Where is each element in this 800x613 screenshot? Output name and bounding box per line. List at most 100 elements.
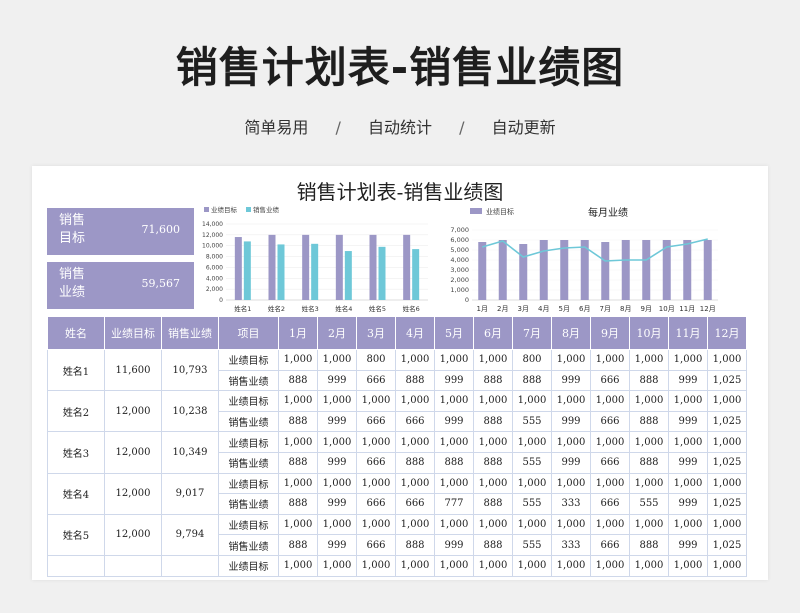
month-cell: 1,000	[668, 513, 708, 536]
item-label: 销售业绩	[218, 369, 279, 392]
month-cell: 999	[317, 534, 357, 556]
month-cell: 800	[512, 349, 552, 371]
sheet-title: 销售计划表-销售业绩图	[296, 180, 504, 204]
person-target: 12,000	[104, 390, 162, 433]
month-cell: 999	[668, 534, 708, 556]
month-cell: 555	[512, 451, 552, 474]
month-cell: 1,000	[512, 390, 552, 412]
person-actual: 10,238	[161, 390, 219, 433]
month-cell: 999	[434, 410, 474, 433]
item-label: 业绩目标	[218, 513, 279, 536]
month-cell: 666	[356, 451, 396, 474]
x-tick-label: 7月	[600, 305, 611, 313]
y-tick-label: 12,000	[202, 232, 223, 239]
person-name	[47, 554, 105, 577]
month-cell: 1,025	[707, 410, 747, 433]
month-cell: 999	[668, 493, 708, 515]
month-cell: 1,000	[395, 431, 435, 453]
column-header: 6月	[473, 316, 513, 350]
month-cell: 1,025	[707, 369, 747, 392]
month-cell: 1,000	[473, 513, 513, 536]
y-tick-label: 0	[465, 296, 469, 304]
column-header: 1月	[278, 316, 318, 350]
month-cell: 999	[668, 369, 708, 392]
bar-actual	[344, 251, 352, 300]
bar-actual	[243, 241, 251, 300]
month-cell: 1,000	[551, 431, 591, 453]
month-cell: 1,000	[629, 554, 669, 577]
month-cell: 666	[356, 369, 396, 392]
month-cell: 1,000	[395, 349, 435, 371]
item-label: 业绩目标	[218, 390, 279, 412]
month-cell: 666	[395, 410, 435, 433]
bar-actual	[277, 244, 285, 300]
month-cell: 1,000	[317, 431, 357, 453]
person-actual: 9,017	[161, 472, 219, 515]
month-cell: 1,000	[473, 472, 513, 495]
person-name: 姓名5	[47, 513, 105, 556]
bar-target	[621, 240, 630, 300]
month-cell: 1,000	[551, 349, 591, 371]
month-cell: 888	[395, 451, 435, 474]
month-cell: 1,000	[473, 349, 513, 371]
x-tick-label: 12月	[700, 305, 716, 313]
x-tick-label: 4月	[538, 305, 549, 313]
month-cell: 1,000	[317, 349, 357, 371]
separator: /	[335, 118, 341, 137]
person-name: 姓名1	[47, 348, 105, 392]
bar-target	[234, 237, 242, 300]
month-cell: 1,000	[707, 390, 747, 412]
column-header: 9月	[590, 316, 630, 350]
y-tick-label: 6,000	[450, 236, 469, 244]
x-tick-label: 2月	[497, 305, 508, 313]
month-cell: 1,000	[551, 390, 591, 412]
month-cell: 1,000	[278, 513, 318, 536]
month-cell: 666	[356, 493, 396, 515]
month-cell: 1,000	[278, 431, 318, 453]
x-tick-label: 6月	[579, 305, 590, 313]
month-cell: 1,000	[590, 431, 630, 453]
x-tick-label: 5月	[559, 305, 570, 313]
kpi-target: 销售目标 71,600	[47, 208, 194, 255]
x-tick-label: 8月	[620, 305, 631, 313]
column-header: 姓名	[47, 316, 105, 350]
table-row: 姓名5 12,000 9,794 业绩目标 1,000 1,000 1,000 1,000 1,…	[47, 513, 747, 556]
month-cell: 555	[512, 534, 552, 556]
month-cell: 1,000	[356, 390, 396, 412]
month-cell: 1,000	[434, 431, 474, 453]
tag-auto-stats: 自动统计	[367, 118, 432, 137]
month-cell: 1,000	[668, 349, 708, 371]
x-tick-label: 姓名1	[234, 304, 251, 313]
table-row: 姓名2 12,000 10,238 业绩目标 1,000 1,000 1,000 1,000 1…	[47, 390, 747, 433]
month-cell: 999	[551, 369, 591, 392]
bar-target	[302, 234, 310, 300]
month-cell: 1,000	[590, 390, 630, 412]
tag-auto-update: 自动更新	[491, 118, 556, 137]
month-cell: 1,000	[668, 472, 708, 495]
month-cell: 1,000	[395, 390, 435, 412]
month-cell: 1,000	[551, 472, 591, 495]
month-cell: 1,000	[668, 390, 708, 412]
person-actual: 10,793	[161, 348, 219, 392]
month-cell: 888	[473, 451, 513, 474]
month-cell: 888	[629, 534, 669, 556]
y-tick-label: 2,000	[450, 276, 469, 284]
legend-swatch-target	[470, 208, 482, 214]
month-cell: 1,000	[434, 513, 474, 536]
month-cell: 1,000	[629, 390, 669, 412]
bar-actual	[378, 246, 386, 300]
month-cell: 800	[356, 349, 396, 371]
item-label: 业绩目标	[218, 554, 279, 577]
month-cell: 1,000	[434, 390, 474, 412]
month-cell: 888	[512, 369, 552, 392]
month-cell: 1,025	[707, 534, 747, 556]
column-header: 5月	[434, 316, 474, 350]
column-header: 7月	[512, 316, 552, 350]
month-cell: 1,000	[473, 554, 513, 577]
month-cell: 1,000	[629, 513, 669, 536]
bar-actual	[311, 243, 319, 300]
bar-target	[642, 240, 651, 300]
y-tick-label: 4,000	[450, 256, 469, 264]
month-cell: 555	[512, 493, 552, 515]
column-header: 项目	[218, 316, 279, 350]
